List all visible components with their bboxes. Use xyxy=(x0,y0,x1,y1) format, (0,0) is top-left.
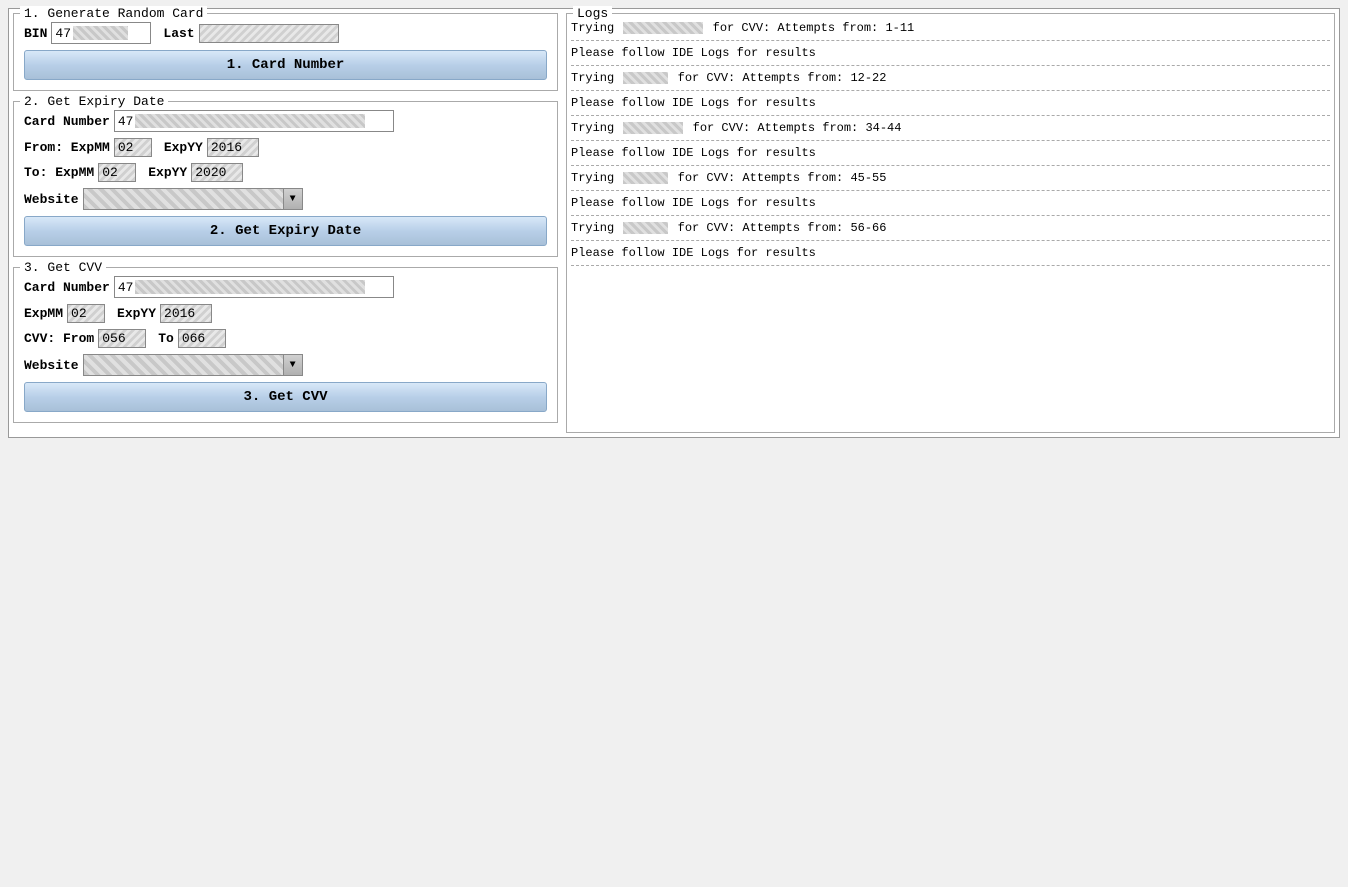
s3-card-prefix: 47 xyxy=(118,280,134,295)
s3-cvv-from-input[interactable] xyxy=(98,329,146,348)
last-input[interactable] xyxy=(199,24,339,43)
log-entry: Trying for CVV: Attempts from: 1-11 xyxy=(571,18,1330,38)
s2-to-mm-input[interactable] xyxy=(98,163,136,182)
log-entry: Trying for CVV: Attempts from: 34-44 xyxy=(571,118,1330,138)
s3-dropdown-arrow-icon[interactable]: ▼ xyxy=(283,354,303,376)
generate-card-button[interactable]: 1. Card Number xyxy=(24,50,547,80)
log-divider xyxy=(571,215,1330,216)
section1-group: 1. Generate Random Card BIN 47 Last 1. C… xyxy=(13,13,558,91)
s3-website-input-box[interactable] xyxy=(83,354,283,376)
s3-expmm-input[interactable] xyxy=(67,304,105,323)
s3-website-select[interactable]: ▼ xyxy=(83,354,303,376)
s2-from-yy-input[interactable] xyxy=(207,138,259,157)
s3-website-row: Website ▼ xyxy=(24,354,547,376)
log-redacted-block xyxy=(623,222,668,234)
s2-website-row: Website ▼ xyxy=(24,188,547,210)
log-divider xyxy=(571,165,1330,166)
s3-cvv-row: CVV: From To xyxy=(24,329,547,348)
log-plain: Please follow IDE Logs for results xyxy=(571,43,1330,63)
s3-cvv-to-label: To xyxy=(158,331,174,346)
log-redacted-block xyxy=(623,172,668,184)
s2-card-redacted xyxy=(135,114,365,128)
s2-card-number-label: Card Number xyxy=(24,114,110,129)
s3-cvv-to-input[interactable] xyxy=(178,329,226,348)
log-divider xyxy=(571,65,1330,66)
s2-website-label: Website xyxy=(24,192,79,207)
s3-card-number-row: Card Number 47 xyxy=(24,276,547,298)
s2-website-select[interactable]: ▼ xyxy=(83,188,303,210)
log-divider xyxy=(571,40,1330,41)
s3-cvv-from-label: CVV: From xyxy=(24,331,94,346)
s2-card-number-input[interactable]: 47 xyxy=(114,110,394,132)
section2-group: 2. Get Expiry Date Card Number 47 From: … xyxy=(13,101,558,257)
left-panel: 1. Generate Random Card BIN 47 Last 1. C… xyxy=(13,13,558,433)
main-layout: 1. Generate Random Card BIN 47 Last 1. C… xyxy=(8,8,1340,438)
s2-from-label: From: ExpMM xyxy=(24,140,110,155)
s2-to-yy-label: ExpYY xyxy=(148,165,187,180)
log-divider xyxy=(571,265,1330,266)
s3-expyy-input[interactable] xyxy=(160,304,212,323)
section3-group: 3. Get CVV Card Number 47 ExpMM ExpYY CV… xyxy=(13,267,558,423)
log-redacted-block xyxy=(623,22,703,34)
logs-panel: Logs Trying for CVV: Attempts from: 1-11… xyxy=(566,13,1335,433)
bin-input-container[interactable]: 47 xyxy=(51,22,151,44)
log-divider xyxy=(571,240,1330,241)
s2-from-mm-input[interactable] xyxy=(114,138,152,157)
s2-to-label: To: ExpMM xyxy=(24,165,94,180)
s2-card-prefix: 47 xyxy=(118,114,134,129)
log-divider xyxy=(571,115,1330,116)
s2-dropdown-arrow-icon[interactable]: ▼ xyxy=(283,188,303,210)
bin-redacted xyxy=(73,26,128,40)
log-divider xyxy=(571,90,1330,91)
log-entry: Trying for CVV: Attempts from: 45-55 xyxy=(571,168,1330,188)
log-entry: Trying for CVV: Attempts from: 12-22 xyxy=(571,68,1330,88)
log-redacted-block xyxy=(623,122,683,134)
s3-website-label: Website xyxy=(24,358,79,373)
log-divider xyxy=(571,140,1330,141)
section1-title: 1. Generate Random Card xyxy=(20,6,207,21)
log-plain: Please follow IDE Logs for results xyxy=(571,193,1330,213)
log-divider xyxy=(571,190,1330,191)
log-plain: Please follow IDE Logs for results xyxy=(571,243,1330,263)
get-expiry-date-button[interactable]: 2. Get Expiry Date xyxy=(24,216,547,246)
bin-label: BIN xyxy=(24,26,47,41)
section3-title: 3. Get CVV xyxy=(20,260,106,275)
log-entries: Trying for CVV: Attempts from: 1-11 Pleas… xyxy=(571,18,1330,266)
logs-title: Logs xyxy=(573,6,612,21)
s2-card-number-row: Card Number 47 xyxy=(24,110,547,132)
get-cvv-button[interactable]: 3. Get CVV xyxy=(24,382,547,412)
s2-from-yy-label: ExpYY xyxy=(164,140,203,155)
s3-card-number-input[interactable]: 47 xyxy=(114,276,394,298)
bin-prefix: 47 xyxy=(55,26,71,41)
section2-title: 2. Get Expiry Date xyxy=(20,94,168,109)
s2-website-input-box[interactable] xyxy=(83,188,283,210)
bin-row: BIN 47 Last xyxy=(24,22,547,44)
s2-from-row: From: ExpMM ExpYY xyxy=(24,138,547,157)
s3-card-redacted xyxy=(135,280,365,294)
log-plain: Please follow IDE Logs for results xyxy=(571,93,1330,113)
s3-card-number-label: Card Number xyxy=(24,280,110,295)
last-label: Last xyxy=(163,26,194,41)
log-plain: Please follow IDE Logs for results xyxy=(571,143,1330,163)
s3-exp-row: ExpMM ExpYY xyxy=(24,304,547,323)
s3-expyy-label: ExpYY xyxy=(117,306,156,321)
s2-to-yy-input[interactable] xyxy=(191,163,243,182)
s2-to-row: To: ExpMM ExpYY xyxy=(24,163,547,182)
log-redacted-block xyxy=(623,72,668,84)
s3-expmm-label: ExpMM xyxy=(24,306,63,321)
log-entry: Trying for CVV: Attempts from: 56-66 xyxy=(571,218,1330,238)
